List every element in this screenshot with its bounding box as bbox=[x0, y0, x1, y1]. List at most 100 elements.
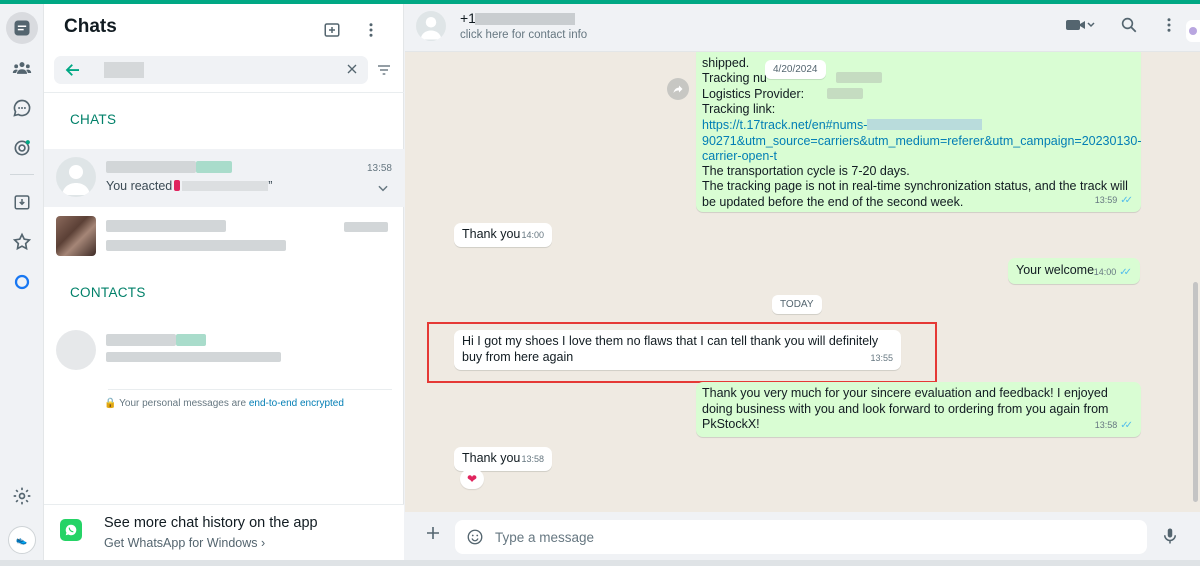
chat-preview: You reacted ” bbox=[106, 179, 272, 193]
message-text: Hi I got my shoes I love them no flaws t… bbox=[462, 334, 879, 364]
contact-avatar-icon[interactable] bbox=[416, 11, 446, 41]
contacts-section-label: CONTACTS bbox=[70, 285, 146, 300]
contact-info-hint[interactable]: click here for contact info bbox=[460, 29, 587, 41]
message-bubble-outgoing[interactable]: Thank you very much for your sincere eva… bbox=[696, 382, 1141, 437]
message-time: 13:58 bbox=[1094, 419, 1118, 430]
contact-list-item[interactable] bbox=[44, 322, 404, 380]
message-composer bbox=[405, 512, 1200, 560]
attach-plus-icon[interactable] bbox=[425, 525, 441, 546]
search-input[interactable] bbox=[54, 56, 368, 84]
contact-name-redacted bbox=[106, 334, 176, 346]
microphone-icon[interactable] bbox=[1161, 526, 1179, 551]
chat-list-pane: Chats CHATS 13:58 You reacted ” CONTACTS … bbox=[44, 4, 404, 560]
message-meta: 13:55 bbox=[870, 351, 893, 367]
message-bubble-incoming[interactable]: Hi I got my shoes I love them no flaws t… bbox=[454, 330, 901, 370]
contact-name-redacted bbox=[106, 220, 226, 232]
conversation-header[interactable]: +1 click here for contact info bbox=[405, 4, 1200, 52]
chat-list-item[interactable] bbox=[44, 208, 404, 266]
contact-about-redacted bbox=[106, 352, 281, 362]
chevron-down-icon[interactable] bbox=[376, 181, 390, 200]
chat-preview-end: ” bbox=[268, 179, 273, 193]
emoji-icon[interactable] bbox=[466, 528, 484, 551]
divider bbox=[44, 92, 404, 93]
page-title: Chats bbox=[64, 16, 117, 37]
contact-name-redacted bbox=[176, 334, 206, 346]
promo-subtitle[interactable]: Get WhatsApp for Windows › bbox=[104, 536, 265, 550]
default-avatar-icon bbox=[56, 157, 96, 197]
promo-subtitle-text: Get WhatsApp for Windows bbox=[104, 536, 258, 550]
message-meta: 13:58 bbox=[521, 452, 544, 468]
message-bubble-incoming[interactable]: Thank you 13:58 bbox=[454, 447, 552, 471]
chat-time-redacted bbox=[344, 222, 388, 232]
read-receipt-icon: ✓✓ bbox=[1120, 194, 1133, 206]
tracking-link-text: https://t.17track.net/en#nums- bbox=[702, 118, 868, 132]
date-chip-today: TODAY bbox=[772, 295, 822, 314]
communities-nav-icon[interactable] bbox=[6, 52, 38, 84]
message-line: shipped. bbox=[702, 56, 750, 70]
clear-search-icon[interactable] bbox=[344, 61, 360, 82]
promo-title: See more chat history on the app bbox=[104, 515, 318, 531]
get-app-banner[interactable]: See more chat history on the app Get Wha… bbox=[44, 504, 404, 560]
contact-name-redacted bbox=[196, 161, 232, 173]
tracking-link-tail: 90271&utm_source=carriers&utm_medium=ref… bbox=[702, 133, 1142, 164]
message-time: 13:59 bbox=[1094, 194, 1118, 205]
contact-number-redacted bbox=[475, 13, 575, 25]
message-line: Tracking nu bbox=[702, 71, 767, 85]
encryption-text: Your personal messages are bbox=[119, 398, 247, 409]
message-bubble-outgoing[interactable]: shipped. Tracking nu Logistics Provider:… bbox=[696, 52, 1141, 212]
encryption-notice: 🔒 Your personal messages are end-to-end … bbox=[44, 398, 404, 409]
message-text: Thank you bbox=[462, 227, 521, 241]
video-call-icon[interactable] bbox=[1065, 16, 1095, 34]
tracking-link[interactable]: https://t.17track.net/en#nums-90271&utm_… bbox=[702, 118, 1142, 165]
menu-icon[interactable] bbox=[359, 18, 383, 42]
forward-icon[interactable] bbox=[667, 78, 689, 100]
extension-badge-icon[interactable] bbox=[1186, 20, 1200, 42]
message-text: Your welcome bbox=[1016, 263, 1095, 277]
message-bubble-outgoing[interactable]: Your welcome 14:00 ✓✓ bbox=[1008, 258, 1140, 284]
status-nav-icon[interactable] bbox=[6, 92, 38, 124]
message-time: 14:00 bbox=[521, 229, 544, 240]
nav-rail: 👟 bbox=[0, 4, 44, 560]
more-options-icon[interactable] bbox=[1160, 16, 1178, 34]
archive-nav-icon[interactable] bbox=[6, 186, 38, 218]
settings-nav-icon[interactable] bbox=[6, 480, 38, 512]
back-arrow-icon[interactable] bbox=[64, 61, 82, 84]
heart-reaction-icon[interactable]: ❤ bbox=[460, 469, 484, 489]
date-chip: 4/20/2024 bbox=[765, 60, 826, 79]
contact-avatar-redacted bbox=[56, 216, 96, 256]
filter-icon[interactable] bbox=[376, 62, 392, 83]
rail-divider bbox=[10, 174, 34, 175]
message-meta: 13:59 ✓✓ bbox=[1095, 193, 1133, 209]
chat-list-item[interactable]: 13:58 You reacted ” bbox=[44, 149, 404, 207]
message-time: 13:55 bbox=[870, 352, 893, 363]
message-input[interactable] bbox=[455, 520, 1147, 554]
starred-nav-icon[interactable] bbox=[6, 226, 38, 258]
message-text: Thank you bbox=[462, 451, 521, 465]
scrollbar[interactable] bbox=[1193, 282, 1198, 502]
chat-preview-text: You reacted bbox=[106, 179, 173, 193]
chat-preview-redacted bbox=[106, 240, 286, 251]
message-meta: 13:58 ✓✓ bbox=[1095, 418, 1133, 434]
message-bubble-incoming[interactable]: Thank you 14:00 bbox=[454, 223, 552, 247]
profile-avatar[interactable]: 👟 bbox=[8, 526, 36, 554]
whatsapp-logo-icon bbox=[60, 519, 82, 541]
contact-avatar-redacted bbox=[56, 330, 96, 370]
provider-redacted bbox=[827, 88, 863, 99]
chat-time: 13:58 bbox=[366, 163, 392, 174]
channels-nav-icon[interactable] bbox=[6, 132, 38, 164]
message-line: Logistics Provider: bbox=[702, 87, 805, 101]
read-receipt-icon: ✓✓ bbox=[1120, 419, 1133, 431]
message-time: 13:58 bbox=[521, 453, 544, 464]
message-line: Tracking link: bbox=[702, 102, 776, 116]
tracking-number-redacted bbox=[836, 72, 882, 83]
message-time: 14:00 bbox=[1093, 266, 1117, 277]
meta-ai-icon[interactable] bbox=[6, 266, 38, 298]
search-icon[interactable] bbox=[1120, 16, 1138, 34]
read-receipt-icon: ✓✓ bbox=[1119, 266, 1132, 278]
contact-name[interactable]: +1 bbox=[460, 10, 476, 26]
chats-nav-icon[interactable] bbox=[6, 12, 38, 44]
encryption-link[interactable]: end-to-end encrypted bbox=[249, 398, 344, 409]
chats-section-label: CHATS bbox=[70, 112, 117, 127]
message-meta: 14:00 ✓✓ bbox=[1094, 265, 1132, 281]
new-chat-icon[interactable] bbox=[320, 18, 344, 42]
